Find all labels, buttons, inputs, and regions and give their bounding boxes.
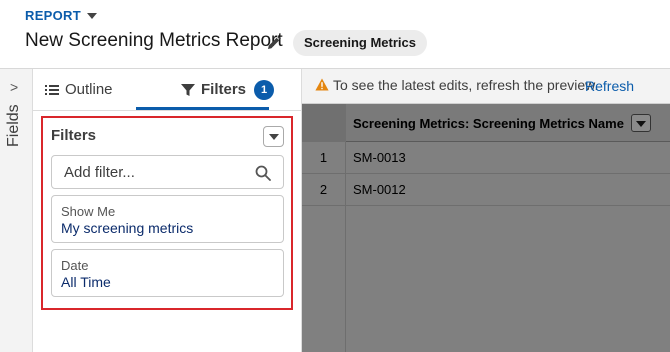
tab-filters-label: Filters (201, 81, 247, 98)
add-filter-input[interactable] (64, 164, 244, 181)
report-type-label[interactable]: REPORT (25, 8, 97, 23)
chevron-down-icon (636, 121, 646, 127)
row-value: SM-0013 (353, 150, 406, 165)
column-header-label: Screening Metrics: Screening Metrics Nam… (353, 116, 624, 131)
filter-card-value: All Time (61, 274, 111, 290)
chevron-down-icon (269, 134, 279, 140)
chevron-down-icon (86, 12, 97, 19)
table-row: 2 SM-0012 (302, 174, 670, 206)
report-label-text: REPORT (25, 8, 81, 23)
column-menu-button[interactable] (631, 114, 651, 132)
tab-outline-label: Outline (65, 81, 113, 98)
search-icon[interactable] (255, 165, 271, 181)
filter-card-show-me[interactable]: Show Me My screening metrics (51, 195, 284, 243)
filter-count-badge: 1 (254, 79, 275, 100)
row-number-header (302, 104, 347, 142)
row-number: 2 (302, 174, 346, 205)
list-icon (45, 84, 59, 95)
filter-card-label: Show Me (61, 204, 116, 219)
filter-card-value: My screening metrics (61, 220, 194, 236)
tab-outline[interactable]: Outline (45, 69, 113, 110)
row-value: SM-0012 (353, 182, 406, 197)
fields-rail-label[interactable]: Fields (1, 100, 31, 150)
filter-card-label: Date (61, 258, 89, 273)
panel-tabs: Outline Filters 1 (33, 69, 301, 111)
filter-card-date[interactable]: Date All Time (51, 249, 284, 297)
warning-icon (315, 78, 329, 91)
tab-filters[interactable]: Filters 1 (181, 69, 275, 110)
filters-menu-button[interactable] (263, 126, 284, 147)
chevron-right-icon[interactable]: > (10, 79, 18, 95)
row-number-column (302, 206, 346, 352)
page-title: New Screening Metrics Report (25, 30, 283, 51)
active-tab-indicator (136, 107, 269, 110)
filters-heading: Filters (51, 127, 97, 144)
pencil-icon[interactable] (266, 35, 282, 51)
object-type-badge: Screening Metrics (293, 30, 427, 56)
refresh-link[interactable]: Refresh (585, 78, 634, 94)
table-row: 1 SM-0013 (302, 142, 670, 174)
filter-icon (181, 83, 195, 96)
add-filter-search[interactable] (51, 155, 284, 189)
row-number: 1 (302, 142, 346, 173)
fields-label-text: Fields (5, 104, 22, 147)
banner-message: To see the latest edits, refresh the pre… (333, 77, 599, 93)
